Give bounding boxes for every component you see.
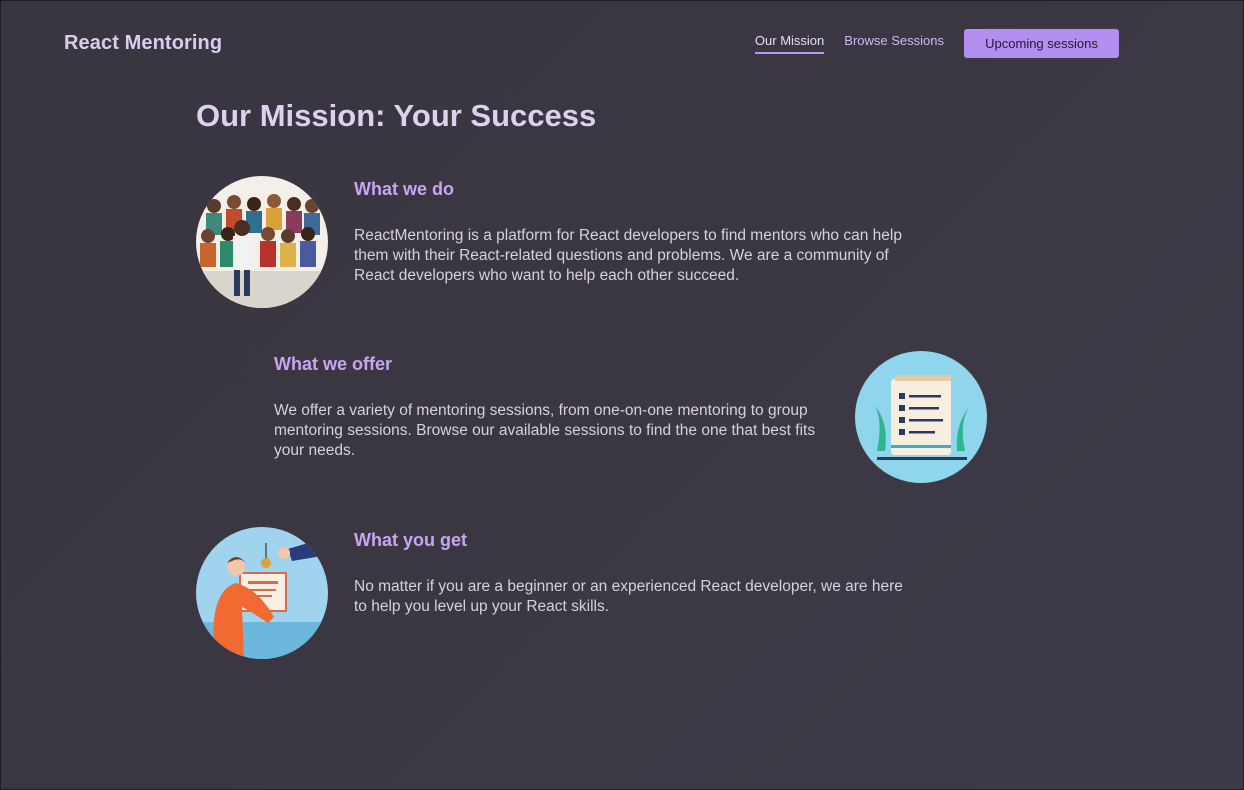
certificate-illustration bbox=[196, 527, 328, 659]
nav-our-mission[interactable]: Our Mission bbox=[754, 33, 825, 54]
nav-browse-sessions[interactable]: Browse Sessions bbox=[844, 33, 944, 54]
section-body: We offer a variety of mentoring sessions… bbox=[274, 402, 816, 459]
section-what-we-offer: What we offer We offer a variety of ment… bbox=[274, 354, 819, 461]
site-header: React Mentoring Our Mission Browse Sessi… bbox=[64, 28, 1119, 58]
community-illustration bbox=[196, 176, 328, 308]
section-heading: What we do bbox=[354, 179, 454, 199]
section-heading: What we offer bbox=[274, 354, 393, 374]
main-nav: Our Mission Browse Sessions Upcoming ses… bbox=[754, 28, 1119, 58]
section-heading: What you get bbox=[354, 530, 467, 550]
brand-logo[interactable]: React Mentoring bbox=[64, 32, 222, 55]
section-what-we-do: What we do ReactMentoring is a platform … bbox=[354, 179, 914, 286]
page-title: Our Mission: Your Success bbox=[196, 98, 597, 133]
checklist-illustration bbox=[855, 351, 987, 483]
upcoming-sessions-button[interactable]: Upcoming sessions bbox=[964, 28, 1119, 58]
section-what-you-get: What you get No matter if you are a begi… bbox=[354, 530, 914, 617]
section-body: No matter if you are a beginner or an ex… bbox=[354, 578, 903, 615]
section-body: ReactMentoring is a platform for React d… bbox=[354, 227, 902, 284]
